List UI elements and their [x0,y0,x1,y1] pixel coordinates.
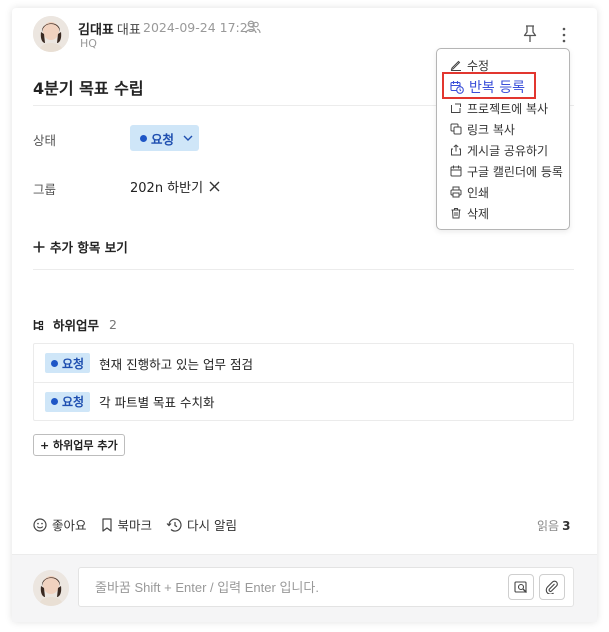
bookmark-icon [101,517,112,532]
reminder-clock-icon [166,517,182,532]
comment-input[interactable] [78,567,574,607]
remind-button[interactable]: 다시 알림 [166,515,237,534]
menu-item-edit[interactable]: 수정 [450,57,489,73]
subtasks-heading: 하위업무 2 [33,315,117,334]
subtask-status: 요청 [62,356,85,371]
print-icon [450,186,462,198]
image-search-icon [514,581,527,593]
read-label: 읽음 [537,519,560,533]
calendar-repeat-icon [450,81,464,94]
menu-item-share[interactable]: 게시글 공유하기 [450,142,548,158]
subtasks-count: 2 [109,317,117,332]
calendar-icon [450,165,462,177]
share-icon [451,144,461,156]
add-subtask-button[interactable]: + 하위업무 추가 [33,434,125,456]
menu-item-label: 링크 복사 [467,122,515,137]
post-title: 4분기 목표 수립 [33,79,144,98]
author-name[interactable]: 김대표 대표 [78,19,141,38]
like-button[interactable]: 좋아요 [33,515,87,534]
more-fields-label: 추가 항목 보기 [50,240,128,255]
status-dropdown[interactable]: 요청 [130,125,199,151]
remind-label: 다시 알림 [187,518,238,533]
subtask-title: 각 파트별 목표 수치화 [99,395,215,410]
menu-item-print[interactable]: 인쇄 [450,184,489,200]
menu-item-copy-link[interactable]: 링크 복사 [450,121,515,137]
people-icon[interactable] [245,20,261,34]
menu-item-label: 구글 캘린더에 등록 [467,164,563,179]
smile-icon [33,517,47,532]
author-avatar[interactable] [33,16,69,52]
group-value: 202n 하반기 [130,181,204,196]
status-label: 상태 [33,133,57,148]
menu-item-label: 프로젝트에 복사 [467,101,549,116]
comment-bar [12,554,597,622]
group-value-tag: 202n 하반기 [130,177,220,196]
attach-file-button[interactable] [539,574,565,600]
menu-item-label: 게시글 공유하기 [467,143,549,158]
remove-group-icon[interactable] [209,181,220,192]
copy-to-project-icon [451,103,461,113]
menu-item-label: 반복 등록 [469,80,525,96]
menu-item-google-calendar[interactable]: 구글 캘린더에 등록 [450,163,563,179]
menu-item-label: 삭제 [467,206,490,221]
pencil-icon [450,60,461,71]
subtasks-heading-label: 하위업무 [53,318,100,333]
group-label: 그룹 [33,182,57,197]
subtask-row[interactable]: 요청 현재 진행하고 있는 업무 점검 [34,344,573,382]
subtask-status: 요청 [62,395,85,409]
status-dot [51,398,58,405]
section-divider [33,269,574,270]
more-options-icon[interactable] [560,26,568,44]
plus-icon [33,241,45,252]
post-actions: 좋아요 북마크 다시 알림 [33,515,251,534]
menu-item-label: 수정 [467,58,490,73]
subtask-row[interactable]: 요청 각 파트별 목표 수치화 [34,382,573,420]
bookmark-button[interactable]: 북마크 [101,515,153,534]
post-date: 2024-09-24 17:23 [143,20,256,35]
image-search-button[interactable] [508,574,534,600]
menu-item-delete[interactable]: 삭제 [450,205,489,221]
status-value: 요청 [151,131,175,147]
author-role: 대표 [116,23,141,38]
paperclip-icon [545,580,558,594]
bookmark-label: 북마크 [117,518,153,533]
status-dot [140,134,147,142]
chevron-down-icon [183,135,193,141]
pin-icon[interactable] [523,25,537,43]
more-fields-button[interactable]: 추가 항목 보기 [33,237,128,256]
status-dot [51,359,58,367]
author-department: HQ [80,37,97,50]
menu-item-repeat[interactable]: 반복 등록 [450,78,525,96]
menu-item-label: 인쇄 [467,185,490,200]
read-count-value: 3 [562,519,571,533]
link-copy-icon [450,123,462,135]
subtask-status-badge[interactable]: 요청 [45,353,91,373]
like-label: 좋아요 [52,518,87,533]
subtask-title: 현재 진행하고 있는 업무 점검 [99,356,253,372]
subtask-status-badge[interactable]: 요청 [45,391,91,412]
subtask-tree-icon [33,319,44,330]
commenter-avatar [33,570,69,606]
author-name-text: 김대표 [78,23,114,38]
subtask-list: 요청 현재 진행하고 있는 업무 점검 요청 각 파트별 목표 수치화 [33,343,574,421]
read-count[interactable]: 읽음 3 [537,517,570,534]
trash-icon [451,208,461,219]
menu-item-copy-to-project[interactable]: 프로젝트에 복사 [450,100,548,116]
